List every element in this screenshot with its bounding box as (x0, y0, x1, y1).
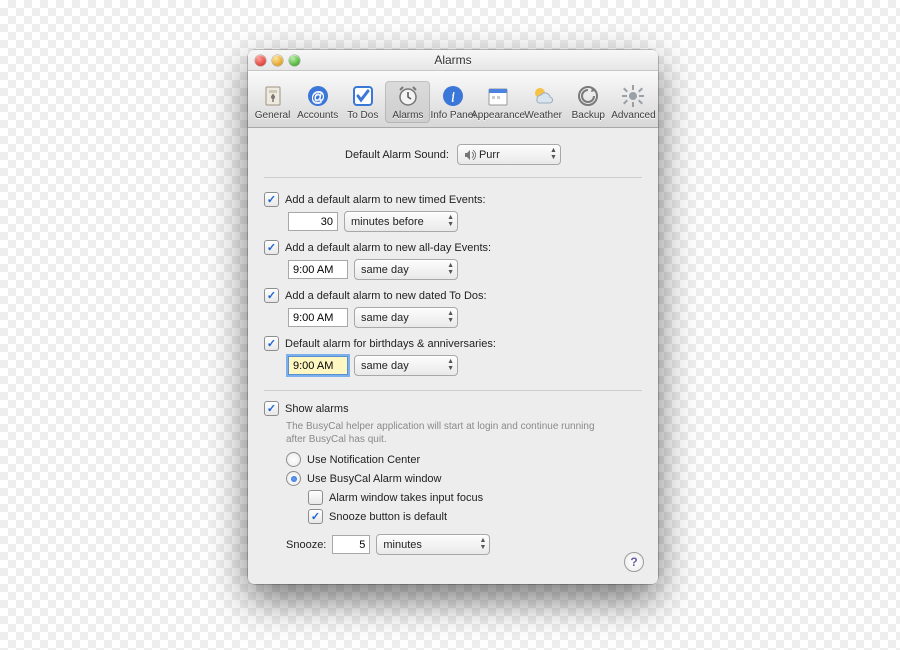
use-notification-center-label: Use Notification Center (307, 454, 420, 466)
tab-label: General (255, 110, 291, 121)
use-busycal-window-label: Use BusyCal Alarm window (307, 473, 442, 485)
at-sign-icon: @ (305, 83, 331, 109)
help-button[interactable]: ? (624, 552, 644, 572)
preferences-toolbar: General @ Accounts To Dos Alarms i Info … (248, 71, 658, 128)
tab-backup[interactable]: Backup (566, 81, 611, 123)
tab-general[interactable]: General (250, 81, 295, 123)
speaker-icon (464, 150, 476, 160)
tab-accounts[interactable]: @ Accounts (295, 81, 340, 123)
tab-label: Backup (572, 110, 605, 121)
allday-events-day-select[interactable]: same day ▲▼ (354, 259, 458, 280)
preferences-window: Alarms General @ Accounts To Dos Alarms (248, 50, 658, 584)
snooze-value-field[interactable] (332, 535, 370, 554)
tab-label: Info Panel (430, 110, 475, 121)
divider (264, 390, 642, 391)
birthdays-label: Default alarm for birthdays & anniversar… (285, 338, 496, 350)
birthdays-day-select[interactable]: same day ▲▼ (354, 355, 458, 376)
allday-events-checkbox[interactable]: ✓ (264, 240, 279, 255)
stepper-arrows-icon: ▲▼ (550, 147, 557, 161)
snooze-default-label: Snooze button is default (329, 511, 447, 523)
tab-todos[interactable]: To Dos (340, 81, 385, 123)
tab-advanced[interactable]: Advanced (611, 81, 656, 123)
use-busycal-window-radio[interactable] (286, 471, 301, 486)
stepper-arrows-icon: ▲▼ (447, 214, 454, 228)
allday-events-label: Add a default alarm to new all-day Event… (285, 242, 491, 254)
todos-day-select[interactable]: same day ▲▼ (354, 307, 458, 328)
tab-info-panel[interactable]: i Info Panel (430, 81, 475, 123)
default-sound-select[interactable]: Purr ▲▼ (457, 144, 561, 165)
calendar-icon (485, 83, 511, 109)
default-sound-label: Default Alarm Sound: (345, 149, 449, 161)
default-sound-value: Purr (479, 149, 500, 161)
tab-weather[interactable]: Weather (521, 81, 566, 123)
tab-label: Advanced (611, 110, 655, 121)
slider-icon (260, 83, 286, 109)
tab-appearance[interactable]: Appearance (476, 81, 521, 123)
timed-events-minutes-field[interactable] (288, 212, 338, 231)
show-alarms-checkbox[interactable]: ✓ (264, 401, 279, 416)
preferences-body: Default Alarm Sound: Purr ▲▼ ✓ Add a def… (248, 128, 658, 567)
stepper-arrows-icon: ▲▼ (447, 358, 454, 372)
gear-icon (620, 83, 646, 109)
tab-alarms[interactable]: Alarms (385, 81, 430, 123)
todos-label: Add a default alarm to new dated To Dos: (285, 290, 487, 302)
timed-events-label: Add a default alarm to new timed Events: (285, 194, 486, 206)
birthdays-time-field[interactable] (288, 356, 348, 375)
svg-text:i: i (451, 90, 455, 105)
show-alarms-label: Show alarms (285, 403, 349, 415)
stepper-arrows-icon: ▲▼ (479, 537, 486, 551)
svg-text:@: @ (311, 88, 325, 104)
weather-icon (530, 83, 556, 109)
timed-events-checkbox[interactable]: ✓ (264, 192, 279, 207)
todos-time-field[interactable] (288, 308, 348, 327)
todos-checkbox[interactable]: ✓ (264, 288, 279, 303)
snooze-default-checkbox[interactable]: ✓ (308, 509, 323, 524)
snooze-unit-select[interactable]: minutes ▲▼ (376, 534, 490, 555)
stepper-arrows-icon: ▲▼ (447, 262, 454, 276)
tab-label: Accounts (297, 110, 338, 121)
birthdays-checkbox[interactable]: ✓ (264, 336, 279, 351)
titlebar: Alarms (248, 50, 658, 71)
tab-label: To Dos (347, 110, 378, 121)
tab-label: Appearance (471, 110, 525, 121)
alarm-clock-icon (395, 83, 421, 109)
window-title: Alarms (248, 53, 658, 67)
input-focus-label: Alarm window takes input focus (329, 492, 483, 504)
tab-label: Alarms (392, 110, 423, 121)
default-sound-row: Default Alarm Sound: Purr ▲▼ (264, 138, 642, 178)
allday-events-time-field[interactable] (288, 260, 348, 279)
backup-icon (575, 83, 601, 109)
show-alarms-help-text: The BusyCal helper application will star… (286, 420, 616, 446)
checkbox-icon (350, 83, 376, 109)
snooze-label: Snooze: (286, 539, 326, 551)
stepper-arrows-icon: ▲▼ (447, 310, 454, 324)
info-icon: i (440, 83, 466, 109)
use-notification-center-radio[interactable] (286, 452, 301, 467)
timed-events-unit-select[interactable]: minutes before ▲▼ (344, 211, 458, 232)
tab-label: Weather (524, 110, 562, 121)
input-focus-checkbox[interactable]: ✓ (308, 490, 323, 505)
